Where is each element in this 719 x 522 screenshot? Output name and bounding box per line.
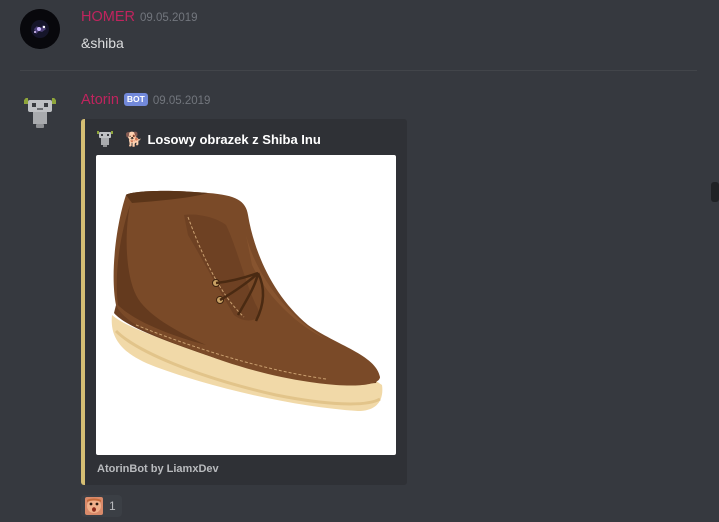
atorin-username[interactable]: Atorin [81,92,119,108]
atorin-message-header: Atorin BOT 09.05.2019 [81,92,210,108]
reaction-count: 1 [109,499,116,513]
robot-icon [97,131,113,147]
embed-author-row: 🐕 Losowy obrazek z Shiba Inu [97,130,321,148]
embed-title: Losowy obrazek z Shiba Inu [147,131,321,147]
rich-embed: 🐕 Losowy obrazek z Shiba Inu AtorinBot b… [81,119,407,485]
robot-avatar-icon [24,98,56,128]
surprised-face-emoji-icon [85,497,103,515]
message-divider [20,70,697,71]
dog-emoji-icon: 🐕 [125,130,143,147]
embed-image[interactable] [96,155,396,455]
brown-leather-boot-image [111,190,383,411]
homer-message-header: HOMER 09.05.2019 [81,9,198,25]
homer-username[interactable]: HOMER [81,9,135,25]
homer-message-text: &shiba [81,35,124,51]
atorin-avatar[interactable] [20,92,60,132]
chat-messages[interactable]: HOMER 09.05.2019 &shiba Atorin BOT 09.05… [0,0,719,522]
reaction-button[interactable]: 1 [81,495,122,517]
bot-tag: BOT [123,93,148,106]
homer-timestamp: 09.05.2019 [139,12,198,24]
galaxy-avatar-icon [20,9,60,49]
scrollbar-thumb[interactable] [711,182,719,202]
atorin-timestamp: 09.05.2019 [152,95,211,107]
embed-footer: AtorinBot by LiamxDev [97,463,219,475]
homer-avatar[interactable] [20,9,60,49]
